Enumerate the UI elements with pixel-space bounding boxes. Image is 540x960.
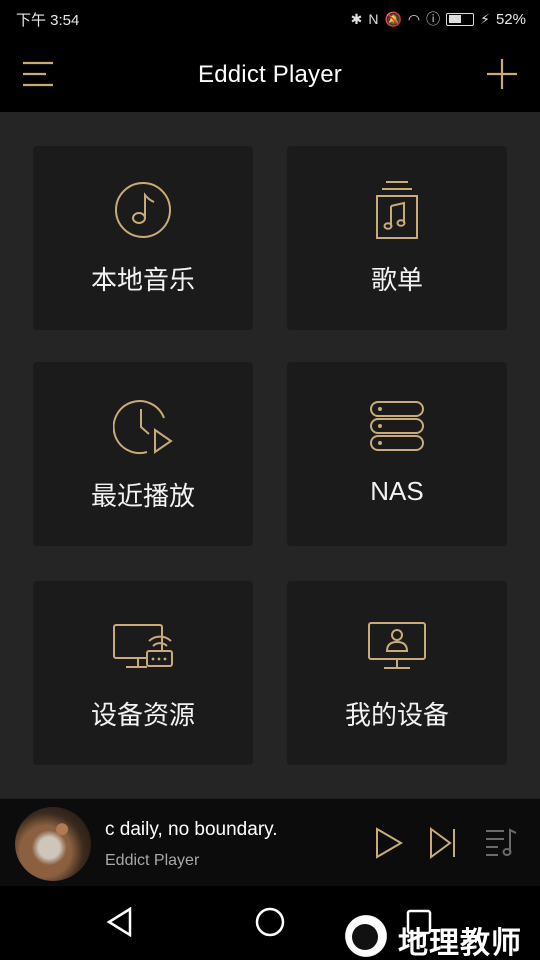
playlist-queue-icon [486, 828, 517, 856]
tile-local-music[interactable]: 本地音乐 [33, 146, 253, 330]
nav-home-button[interactable] [254, 906, 286, 943]
tile-nas[interactable]: NAS [287, 362, 507, 546]
wifi-icon: ◠ [407, 10, 421, 27]
mute-icon: 🔕 [384, 10, 402, 27]
device-resource-icon [113, 624, 173, 668]
play-button[interactable] [374, 827, 404, 864]
tile-label: 本地音乐 [90, 265, 195, 295]
nav-back-button[interactable] [104, 906, 136, 943]
back-triangle-icon [106, 906, 132, 938]
alert-icon: ⓘ [426, 11, 441, 27]
tile-my-devices[interactable]: 我的设备 [287, 581, 507, 765]
mini-player[interactable]: c daily, no boundary. Eddict Player [0, 798, 540, 886]
watermark-text: 地理教师 [398, 927, 522, 960]
tile-label: NAS [370, 476, 424, 506]
plus-icon [487, 59, 517, 89]
status-time: 下午 3:54 [16, 11, 80, 29]
tile-device-resources[interactable]: 设备资源 [33, 581, 253, 765]
my-device-icon [368, 622, 426, 669]
app-bar: Eddict Player [0, 38, 540, 112]
add-button[interactable] [486, 58, 518, 90]
playlist-icon [376, 181, 418, 239]
tile-recent-play[interactable]: 最近播放 [33, 362, 253, 546]
server-icon [370, 401, 424, 451]
battery-percent: 52% [495, 10, 526, 28]
recent-play-icon [113, 400, 173, 455]
battery-icon [446, 12, 475, 26]
tile-playlist[interactable]: 歌单 [287, 146, 507, 330]
status-icons: ✱ N 🔕 ◠ ⓘ ⚡ 52% [351, 9, 526, 29]
play-icon [376, 827, 403, 859]
status-bar: 下午 3:54 ✱ N 🔕 ◠ ⓘ ⚡ 52% [0, 0, 540, 38]
track-artist: Eddict Player [105, 852, 200, 869]
main-grid: 本地音乐 歌单 最近播放 NAS 设备资源 我的设备 [0, 112, 540, 798]
tile-label: 最近播放 [90, 481, 195, 511]
battery-fill [448, 15, 461, 23]
app-title: Eddict Player [198, 61, 342, 88]
charging-icon: ⚡ [480, 10, 490, 27]
skip-next-icon [430, 827, 455, 859]
tile-label: 我的设备 [344, 700, 449, 730]
home-circle-icon [255, 907, 285, 937]
tile-label: 歌单 [370, 265, 423, 295]
next-button[interactable] [428, 827, 458, 864]
track-title: c daily, no boundary. [105, 819, 278, 840]
watermark-globe-icon [340, 912, 392, 960]
bluetooth-icon: ✱ [350, 10, 363, 27]
watermark: 地理教师 [340, 912, 540, 960]
hamburger-icon [23, 61, 53, 87]
queue-button[interactable] [484, 828, 518, 863]
music-note-icon [115, 182, 171, 238]
menu-button[interactable] [22, 60, 54, 90]
tile-label: 设备资源 [90, 700, 195, 730]
nfc-icon: N [368, 11, 379, 27]
album-art[interactable] [15, 807, 91, 881]
